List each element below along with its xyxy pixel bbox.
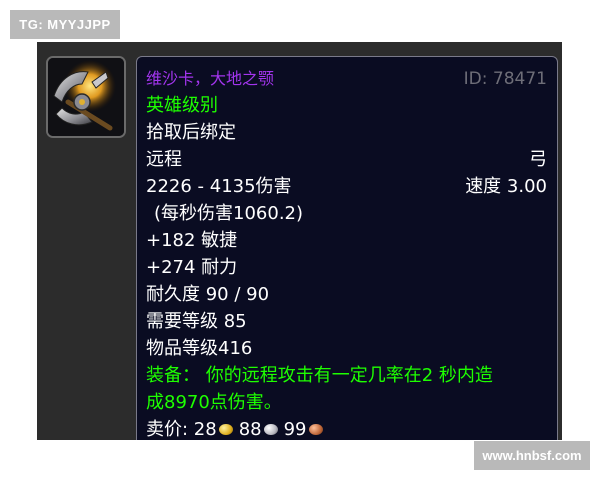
gold-coin-icon xyxy=(218,423,233,435)
item-equip-effect-line2: 成8970点伤害。 xyxy=(146,392,282,413)
item-level: 物品等级416 xyxy=(146,338,253,359)
item-name-row: 维沙卡，大地之颚 ID: 78471 xyxy=(146,67,547,91)
item-icon-frame[interactable] xyxy=(46,56,126,138)
item-name[interactable]: 维沙卡，大地之颚 xyxy=(146,69,274,88)
item-speed: 速度 3.00 xyxy=(465,176,547,197)
sell-price-copper: 99 xyxy=(283,419,307,440)
sell-price-gold: 卖价: 28 xyxy=(146,419,217,440)
silver-coin-icon xyxy=(263,423,278,435)
axe-bow-weapon-icon xyxy=(48,58,124,136)
item-stat-agility: +182 敏捷 xyxy=(146,230,238,251)
item-tooltip: 维沙卡，大地之颚 ID: 78471 英雄级别 拾取后绑定 远程 弓 2226 … xyxy=(136,56,558,440)
item-durability: 耐久度 90 / 90 xyxy=(146,284,270,305)
sell-price-silver: 88 xyxy=(238,419,262,440)
item-type: 弓 xyxy=(529,149,547,170)
item-sell-price: 卖价: 28 88 99 xyxy=(146,418,547,440)
watermark-bottom-right: www.hnbsf.com xyxy=(474,441,590,470)
copper-coin-icon xyxy=(308,423,323,435)
item-slot-row: 远程 弓 xyxy=(146,148,547,172)
game-scene: 维沙卡，大地之颚 ID: 78471 英雄级别 拾取后绑定 远程 弓 2226 … xyxy=(37,42,562,440)
item-slot: 远程 xyxy=(146,149,182,170)
item-id: ID: 78471 xyxy=(463,69,547,89)
item-damage: 2226 - 4135伤害 xyxy=(146,176,292,197)
item-binding: 拾取后绑定 xyxy=(146,122,236,143)
watermark-top-left: TG: MYYJJPP xyxy=(10,10,120,39)
item-quality: 英雄级别 xyxy=(146,95,218,116)
item-dps: (每秒伤害1060.2) xyxy=(154,203,304,224)
item-required-level: 需要等级 85 xyxy=(146,311,247,332)
item-equip-effect-line1: 装备： 你的远程攻击有一定几率在2 秒内造 xyxy=(146,365,493,386)
item-damage-row: 2226 - 4135伤害 速度 3.00 xyxy=(146,175,547,199)
item-stat-stamina: +274 耐力 xyxy=(146,257,238,278)
